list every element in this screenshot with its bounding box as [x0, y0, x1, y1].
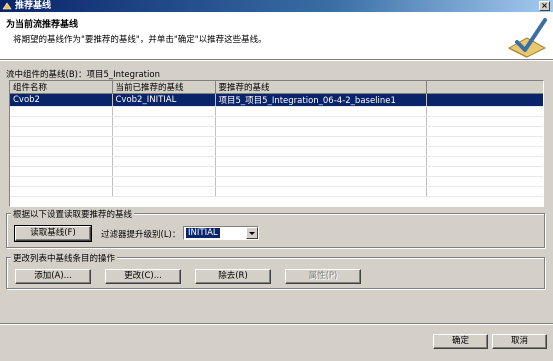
window-title: 推荐基线: [15, 1, 52, 11]
column-header-current-baseline[interactable]: 当前已推荐的基线: [112, 81, 216, 94]
table-row-empty: [10, 116, 543, 127]
cell-recommend-baseline: 项目5_项目5_Integration_06-4-2_baseline1: [215, 93, 427, 107]
table-row-empty: [10, 166, 543, 177]
read-baseline-button[interactable]: 读取基线(F): [14, 225, 92, 242]
title-bar: 推荐基线 ×: [0, 0, 553, 12]
baseline-checkmark-icon: [507, 18, 547, 58]
add-button[interactable]: 添加(A)...: [15, 269, 91, 284]
cancel-button[interactable]: 取消: [492, 334, 547, 349]
table-row-empty: [10, 176, 543, 187]
table-row-empty: [10, 106, 543, 117]
page-title: 为当前流推荐基线: [6, 20, 79, 30]
table-row-empty: [10, 146, 543, 157]
stream-baselines-label: 流中组件的基线(B)：项目5_Integration: [6, 70, 160, 80]
dialog-body: 流中组件的基线(B)：项目5_Integration 组件名称 当前已推荐的基线…: [0, 61, 553, 361]
table-row-empty: [10, 136, 543, 147]
page-description: 将期望的基线作为"要推荐的基线"，并单击"确定"以推荐这些基线。: [13, 35, 267, 45]
table-row[interactable]: Cvob2 Cvob2_INITIAL 项目5_项目5_Integration_…: [10, 93, 543, 107]
baseline-table[interactable]: 组件名称 当前已推荐的基线 要推荐的基线 Cvob2 Cvob2_INITIAL…: [9, 80, 544, 207]
properties-button[interactable]: 属性(P): [285, 269, 361, 284]
entry-actions-group: 更改列表中基线条目的操作 添加(A)... 更改(C)... 除去(R) 属性(…: [6, 252, 545, 289]
filter-level-select[interactable]: INITIAL: [183, 226, 259, 240]
close-button[interactable]: ×: [539, 1, 550, 11]
table-row-empty: [10, 126, 543, 137]
cell-current-baseline: Cvob2_INITIAL: [112, 93, 216, 107]
dialog-header: 为当前流推荐基线 将期望的基线作为"要推荐的基线"，并单击"确定"以推荐这些基线…: [0, 12, 553, 60]
footer-divider: [0, 323, 553, 325]
remove-button[interactable]: 除去(R): [195, 269, 271, 284]
close-icon: ×: [541, 1, 548, 10]
app-icon: [2, 2, 12, 10]
column-header-recommend-baseline[interactable]: 要推荐的基线: [215, 81, 427, 94]
column-header-component[interactable]: 组件名称: [10, 81, 113, 94]
read-settings-group: 根据以下设置读取要推荐的基线 读取基线(F) 过滤器提升级别(L)： INITI…: [6, 208, 545, 248]
cell-component: Cvob2: [10, 93, 113, 107]
filter-level-value: INITIAL: [186, 228, 220, 238]
table-row-empty: [10, 156, 543, 167]
table-row-empty: [10, 186, 543, 197]
cell-empty: [426, 93, 543, 107]
read-settings-legend: 根据以下设置读取要推荐的基线: [11, 208, 135, 220]
change-button[interactable]: 更改(C)...: [105, 269, 181, 284]
entry-actions-legend: 更改列表中基线条目的操作: [11, 252, 118, 264]
chevron-down-icon[interactable]: [246, 227, 258, 239]
filter-level-label: 过滤器提升级别(L)：: [101, 230, 181, 240]
column-header-empty: [426, 81, 543, 94]
ok-button[interactable]: 确定: [433, 334, 488, 349]
